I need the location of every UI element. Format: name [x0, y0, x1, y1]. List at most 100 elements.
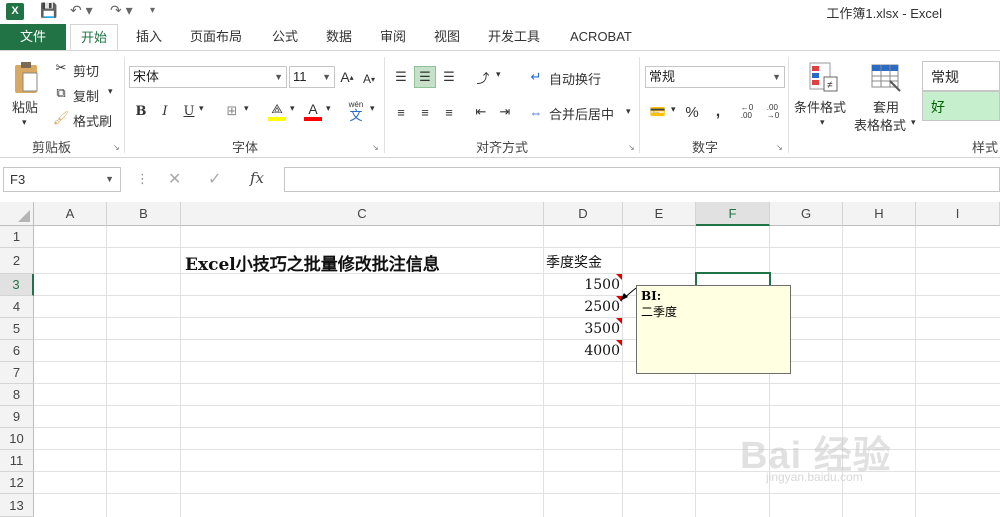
increase-font-icon[interactable]: A ▴ [338, 68, 356, 86]
excel-app-icon[interactable]: X [6, 3, 24, 20]
column-header-c[interactable]: C [181, 202, 544, 226]
format-painter-button[interactable]: 格式刷 [73, 111, 112, 130]
decrease-decimal-icon[interactable]: .00 →0 [762, 101, 784, 123]
accounting-dropdown-icon[interactable]: ▾ [671, 104, 676, 115]
font-name-select[interactable]: 宋体 ▼ [129, 66, 287, 88]
cell-d6[interactable]: 4000 [544, 343, 620, 359]
cell-d3[interactable]: 1500 [544, 277, 620, 293]
conditional-format-icon[interactable]: ≠ [806, 59, 840, 95]
format-as-table-icon[interactable] [868, 59, 904, 95]
increase-decimal-icon[interactable]: ←0.00 [736, 101, 758, 123]
cancel-icon[interactable]: ✕ [168, 169, 181, 189]
row-header-7[interactable]: 7 [0, 362, 34, 384]
underline-dropdown-icon[interactable]: ▾ [199, 103, 204, 114]
cell-d5[interactable]: 3500 [544, 321, 620, 337]
bold-button[interactable]: B [132, 101, 150, 121]
row-header-4[interactable]: 4 [0, 296, 34, 318]
number-format-select[interactable]: 常规 ▼ [645, 66, 785, 88]
merge-dropdown-icon[interactable]: ▾ [626, 106, 631, 117]
tab-developer[interactable]: 开发工具 [478, 24, 550, 50]
border-dropdown-icon[interactable]: ▾ [244, 103, 249, 114]
format-as-table-button[interactable]: 表格格式 [854, 115, 906, 134]
paste-button[interactable]: 粘贴 [12, 97, 38, 116]
number-launcher-icon[interactable]: ↘ [776, 143, 783, 152]
font-color-dropdown-icon[interactable]: ▾ [326, 103, 331, 114]
clipboard-launcher-icon[interactable]: ↘ [113, 143, 120, 152]
tab-page-layout[interactable]: 页面布局 [180, 24, 252, 50]
insert-function-button[interactable]: fx [250, 169, 264, 187]
tab-insert[interactable]: 插入 [126, 24, 172, 50]
tab-home[interactable]: 开始 [70, 24, 119, 50]
format-as-table-label-1[interactable]: 套用 [873, 97, 899, 116]
row-header-1[interactable]: 1 [0, 226, 34, 248]
wrap-text-button[interactable]: 自动换行 [549, 69, 601, 88]
copy-button[interactable]: 复制 [73, 86, 99, 105]
border-icon[interactable]: ⊞ [222, 101, 242, 121]
fill-color-dropdown-icon[interactable]: ▾ [290, 103, 295, 114]
accounting-format-icon[interactable]: 💳 [646, 101, 670, 123]
tab-view[interactable]: 视图 [424, 24, 470, 50]
column-header-e[interactable]: E [623, 202, 696, 226]
cut-icon[interactable]: ✂ [52, 59, 70, 77]
row-header-9[interactable]: 9 [0, 406, 34, 428]
font-launcher-icon[interactable]: ↘ [372, 143, 379, 152]
italic-button[interactable]: I [156, 101, 174, 121]
comma-style-button[interactable]: , [708, 101, 728, 123]
align-bottom-icon[interactable]: ☰ [438, 66, 460, 88]
style-good[interactable]: 好 [922, 91, 1000, 121]
paste-dropdown-icon[interactable]: ▾ [22, 117, 27, 128]
undo-icon[interactable]: ↶ ▾ [70, 2, 93, 19]
column-header-g[interactable]: G [770, 202, 843, 226]
fill-color-icon[interactable]: ⟁ [266, 99, 288, 123]
row-header-6[interactable]: 6 [0, 340, 34, 362]
enter-icon[interactable]: ✓ [208, 169, 221, 189]
align-left-icon[interactable]: ≡ [390, 101, 412, 123]
style-normal[interactable]: 常规 [922, 61, 1000, 91]
row-header-5[interactable]: 5 [0, 318, 34, 340]
increase-indent-icon[interactable]: ⇥ [494, 101, 516, 123]
row-header-3[interactable]: 3 [0, 274, 34, 296]
cut-button[interactable]: 剪切 [73, 61, 99, 80]
formula-input[interactable] [284, 167, 1000, 192]
redo-icon[interactable]: ↷ ▾ [110, 2, 133, 19]
tab-review[interactable]: 审阅 [370, 24, 416, 50]
tab-formulas[interactable]: 公式 [262, 24, 308, 50]
tab-acrobat[interactable]: ACROBAT [560, 24, 642, 50]
copy-dropdown-icon[interactable]: ▾ [108, 86, 113, 97]
cell-d2[interactable]: 季度奖金 [546, 252, 602, 272]
merge-center-button[interactable]: 合并后居中 [549, 104, 614, 123]
tab-data[interactable]: 数据 [316, 24, 362, 50]
font-color-icon[interactable]: A [302, 99, 324, 123]
font-size-select[interactable]: 11 ▼ [289, 66, 335, 88]
conditional-format-dropdown-icon[interactable]: ▾ [820, 117, 825, 128]
row-header-2[interactable]: 2 [0, 248, 34, 274]
comment-box[interactable]: BI: 二季度 [636, 285, 791, 374]
row-header-13[interactable]: 13 [0, 494, 34, 517]
column-header-d[interactable]: D [544, 202, 623, 226]
align-middle-icon[interactable]: ☰ [414, 66, 436, 88]
select-all-corner[interactable] [0, 202, 34, 226]
align-right-icon[interactable]: ≡ [438, 101, 460, 123]
phonetic-dropdown-icon[interactable]: ▾ [370, 103, 375, 114]
row-header-8[interactable]: 8 [0, 384, 34, 406]
alignment-launcher-icon[interactable]: ↘ [628, 143, 635, 152]
align-center-icon[interactable]: ≡ [414, 101, 436, 123]
percent-button[interactable]: % [682, 101, 702, 123]
format-painter-icon[interactable]: 🖌 [52, 109, 70, 127]
tab-file[interactable]: 文件 [0, 24, 66, 50]
cell-c2[interactable]: Excel小技巧之批量修改批注信息 [185, 250, 440, 275]
name-box[interactable]: F3 ▼ [3, 167, 121, 192]
cell-d4[interactable]: 2500 [544, 299, 620, 315]
column-header-h[interactable]: H [843, 202, 916, 226]
underline-button[interactable]: U [180, 101, 198, 121]
column-header-b[interactable]: B [107, 202, 181, 226]
save-icon[interactable]: 💾 [40, 2, 57, 19]
orientation-icon[interactable]: ⤴ [472, 66, 494, 88]
wrap-text-icon[interactable]: ↵ [526, 67, 546, 87]
customize-qat-icon[interactable]: ▾ [150, 5, 155, 16]
row-header-12[interactable]: 12 [0, 472, 34, 494]
orientation-dropdown-icon[interactable]: ▾ [496, 69, 501, 80]
format-as-table-dropdown-icon[interactable]: ▾ [911, 117, 916, 128]
decrease-indent-icon[interactable]: ⇤ [470, 101, 492, 123]
column-header-a[interactable]: A [34, 202, 107, 226]
